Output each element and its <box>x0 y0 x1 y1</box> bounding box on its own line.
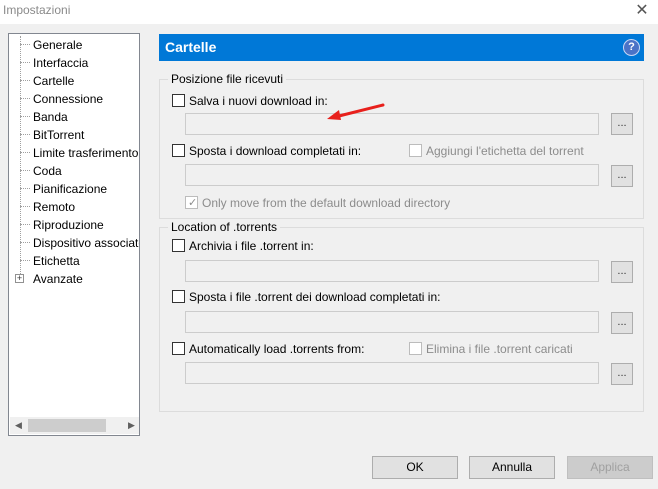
save-new-downloads-checkbox[interactable]: Salva i nuovi download in: <box>172 94 328 110</box>
sidebar-item-interfaccia[interactable]: Interfaccia <box>9 54 139 72</box>
group-legend: Location of .torrents <box>168 220 281 235</box>
checkbox-box[interactable] <box>172 239 185 252</box>
sidebar-item-generale[interactable]: Generale <box>9 36 139 54</box>
move-completed-checkbox[interactable]: Sposta i download completati in: <box>172 144 361 160</box>
checkbox-box[interactable] <box>409 144 422 157</box>
move-completed-torrents-path[interactable] <box>185 311 599 333</box>
scroll-left-icon[interactable]: ◀ <box>10 417 27 434</box>
checkbox-box[interactable] <box>172 342 185 355</box>
settings-tree[interactable]: Generale Interfaccia Cartelle Connession… <box>8 33 140 436</box>
cancel-button[interactable]: Annulla <box>469 456 555 479</box>
ok-button[interactable]: OK <box>372 456 458 479</box>
autoload-torrents-path[interactable] <box>185 362 599 384</box>
group-legend: Posizione file ricevuti <box>168 72 287 87</box>
move-completed-torrents-checkbox[interactable]: Sposta i file .torrent dei download comp… <box>172 290 440 306</box>
sidebar-item-banda[interactable]: Banda <box>9 108 139 126</box>
sidebar-item-dispositivo-associato[interactable]: Dispositivo associato <box>9 234 139 252</box>
title-bar: Impostazioni ✕ <box>0 0 658 24</box>
checkbox-box[interactable]: ✓ <box>185 196 198 209</box>
annotation-arrow-icon <box>327 103 385 120</box>
archive-torrents-path[interactable] <box>185 260 599 282</box>
window-title: Impostazioni <box>3 3 71 17</box>
expand-plus-icon[interactable]: + <box>15 274 24 283</box>
sidebar-item-cartelle[interactable]: Cartelle <box>9 72 139 90</box>
dialog-body: Generale Interfaccia Cartelle Connession… <box>0 24 658 489</box>
archive-torrents-checkbox[interactable]: Archivia i file .torrent in: <box>172 239 314 255</box>
only-move-default-checkbox[interactable]: ✓ Only move from the default download dir… <box>185 196 450 212</box>
checkbox-box[interactable] <box>172 144 185 157</box>
sidebar-item-avanzate[interactable]: + Avanzate <box>9 270 139 288</box>
checkbox-box[interactable] <box>172 290 185 303</box>
browse-button[interactable]: ... <box>611 165 633 187</box>
move-completed-path[interactable] <box>185 164 599 186</box>
browse-button[interactable]: ... <box>611 113 633 135</box>
save-new-downloads-path[interactable] <box>185 113 599 135</box>
help-icon[interactable]: ? <box>623 39 640 56</box>
sidebar-item-limite-trasferimento[interactable]: Limite trasferimento <box>9 144 139 162</box>
sidebar-item-riproduzione[interactable]: Riproduzione <box>9 216 139 234</box>
append-label-checkbox[interactable]: Aggiungi l'etichetta del torrent <box>409 144 584 160</box>
sidebar-item-bittorrent[interactable]: BitTorrent <box>9 126 139 144</box>
delete-loaded-torrents-checkbox[interactable]: Elimina i file .torrent caricati <box>409 342 573 358</box>
sidebar-item-etichetta[interactable]: Etichetta <box>9 252 139 270</box>
browse-button[interactable]: ... <box>611 261 633 283</box>
apply-button[interactable]: Applica <box>567 456 653 479</box>
browse-button[interactable]: ... <box>611 312 633 334</box>
checkbox-box[interactable] <box>409 342 422 355</box>
scroll-thumb[interactable] <box>28 419 106 432</box>
close-icon[interactable]: ✕ <box>634 1 650 19</box>
autoload-torrents-checkbox[interactable]: Automatically load .torrents from: <box>172 342 364 358</box>
sidebar-item-connessione[interactable]: Connessione <box>9 90 139 108</box>
section-header: Cartelle ? <box>159 34 644 61</box>
scroll-right-icon[interactable]: ▶ <box>123 417 139 434</box>
sidebar-item-remoto[interactable]: Remoto <box>9 198 139 216</box>
browse-button[interactable]: ... <box>611 363 633 385</box>
sidebar-item-coda[interactable]: Coda <box>9 162 139 180</box>
checkbox-box[interactable] <box>172 94 185 107</box>
checkmark-icon: ✓ <box>188 196 198 209</box>
horizontal-scrollbar[interactable]: ◀ ▶ <box>10 417 139 434</box>
page-title: Cartelle <box>165 39 217 55</box>
sidebar-item-pianificazione[interactable]: Pianificazione <box>9 180 139 198</box>
